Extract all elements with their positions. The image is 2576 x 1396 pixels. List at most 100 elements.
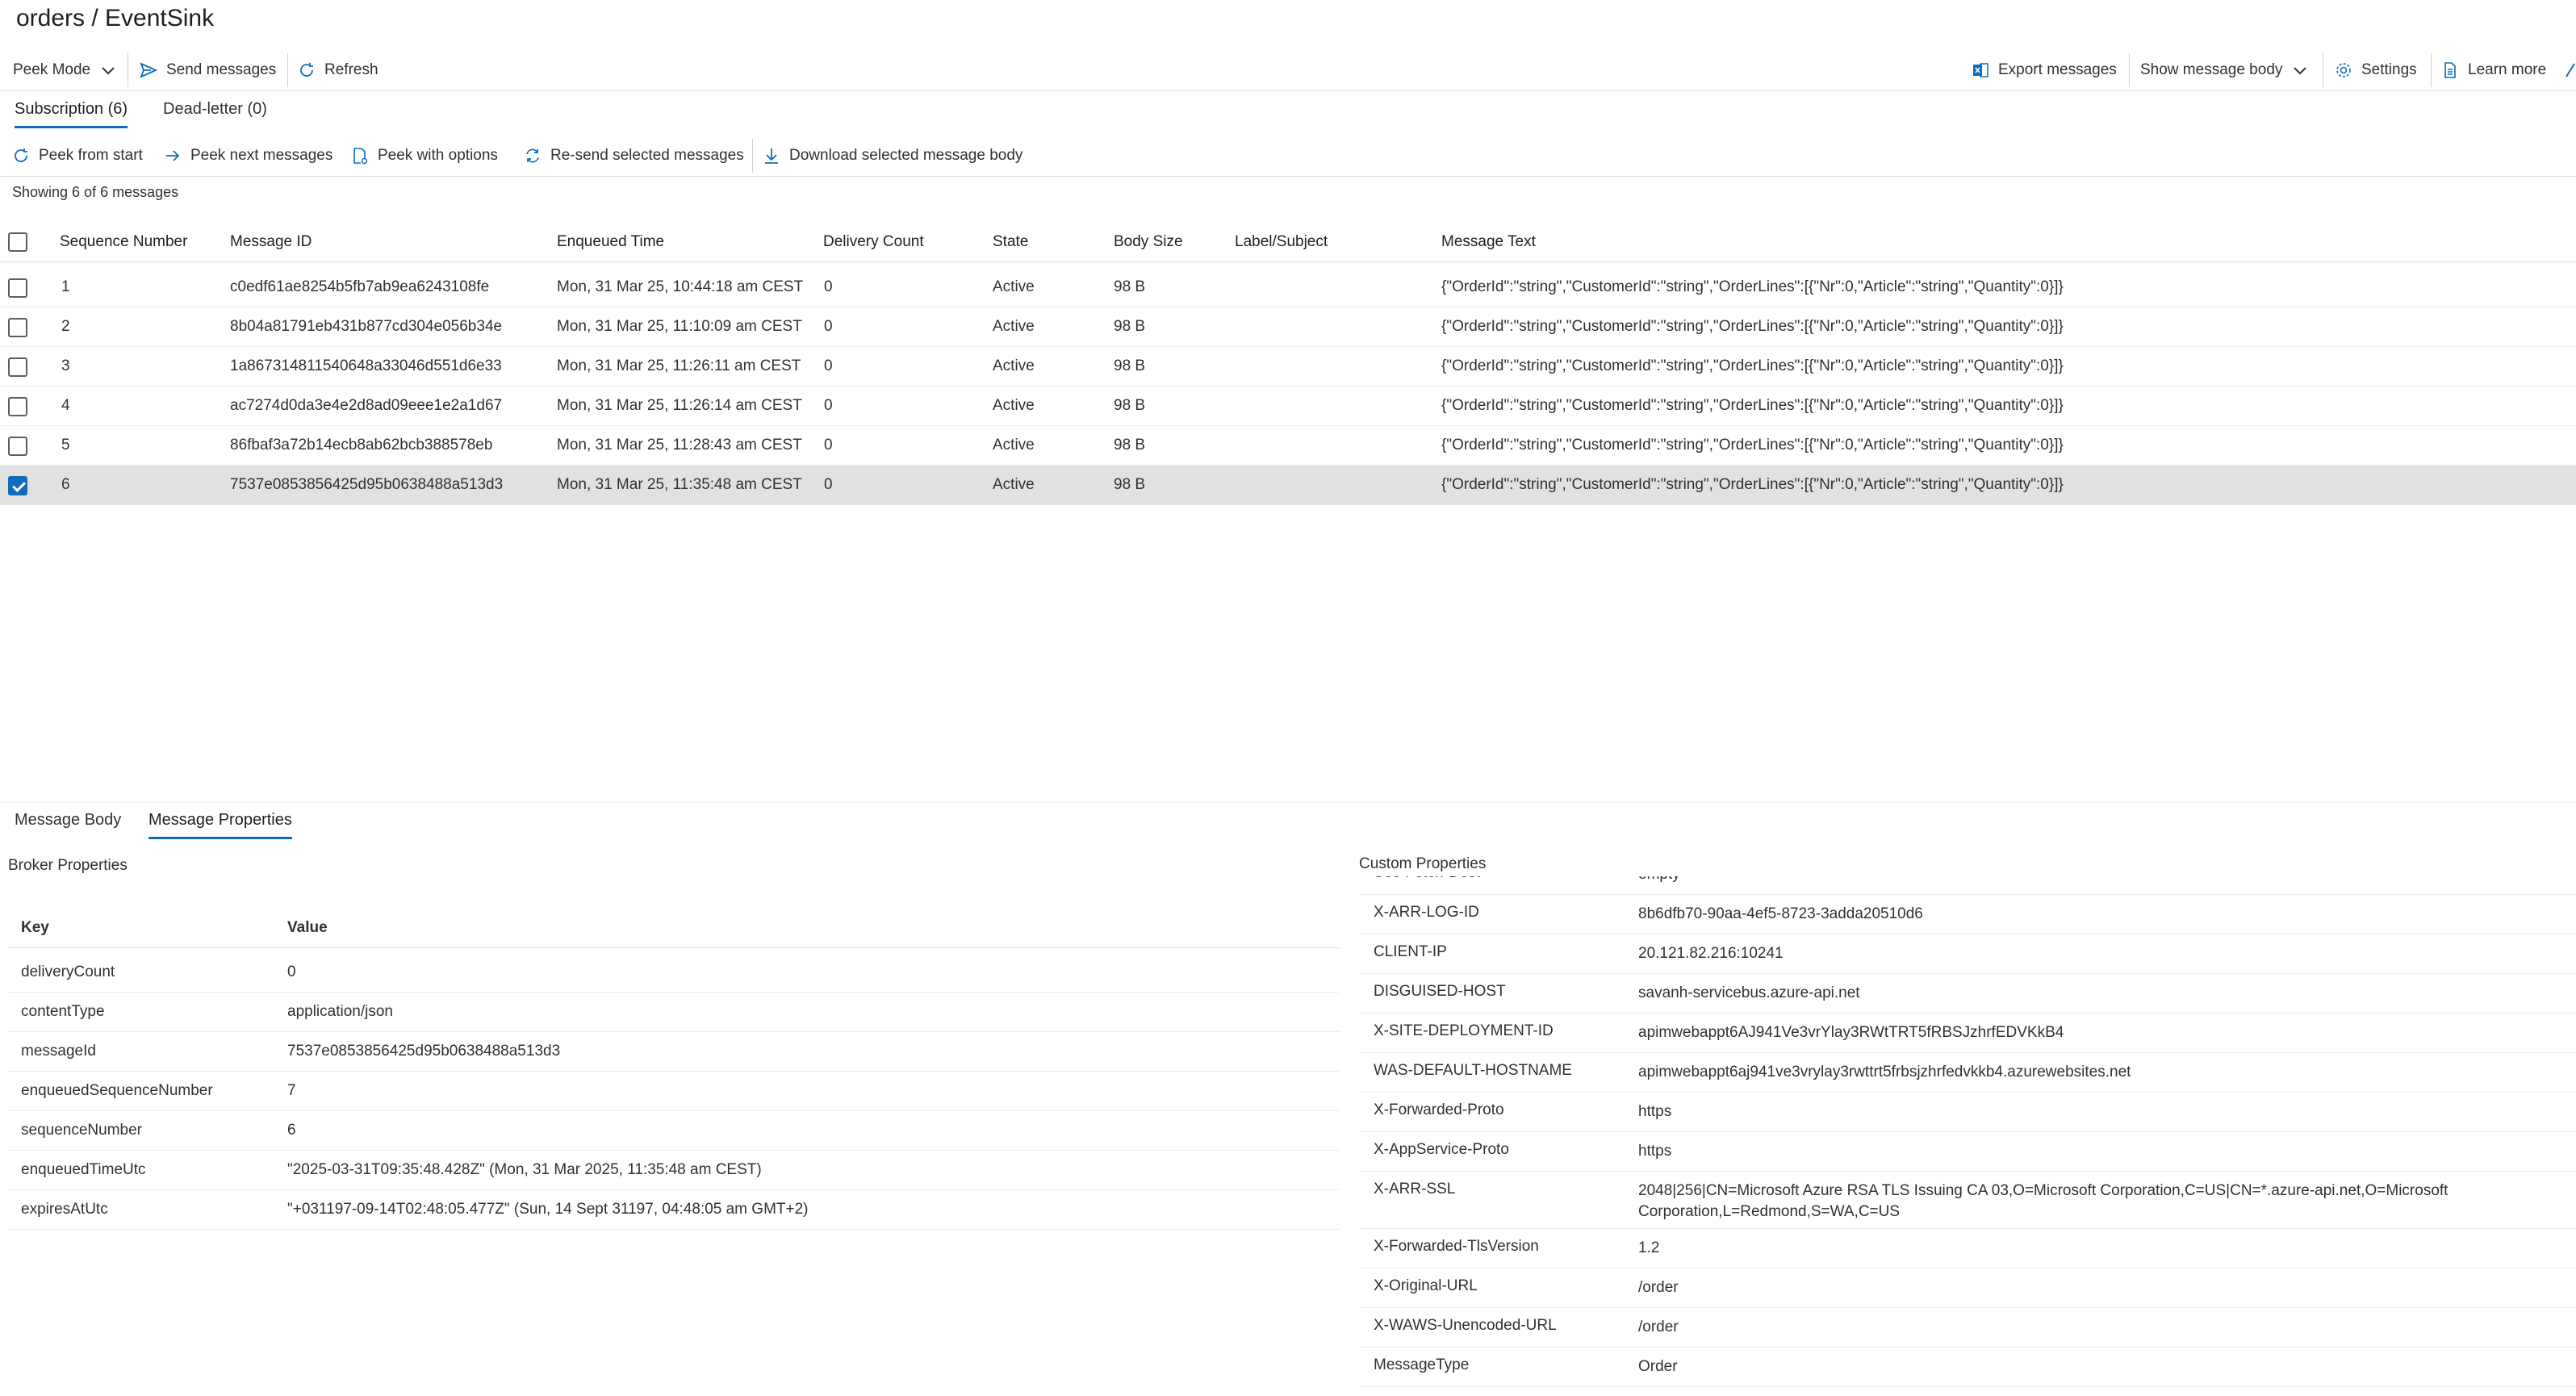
table-row[interactable]: 1 c0edf61ae8254b5fb7ab9ea6243108fe Mon, …	[0, 268, 2576, 307]
broker-properties-label: Broker Properties	[8, 857, 128, 874]
col-enqueued-time[interactable]: Enqueued Time	[557, 223, 664, 261]
refresh-label: Refresh	[324, 61, 378, 78]
custom-value: https	[1638, 1103, 1672, 1120]
broker-property-row: sequenceNumber 6	[8, 1111, 1340, 1151]
cell-message-id: c0edf61ae8254b5fb7ab9ea6243108fe	[230, 278, 490, 295]
custom-key: X-Original-URL	[1374, 1277, 1478, 1294]
broker-key: deliveryCount	[21, 963, 115, 980]
learn-more-button[interactable]: Learn more	[2440, 50, 2546, 90]
custom-property-row: X-Forwarded-TlsVersion 1.2	[1359, 1229, 2576, 1269]
show-message-body-dropdown[interactable]: Show message body	[2140, 50, 2310, 90]
cell-enqueued-time: Mon, 31 Mar 25, 10:44:18 am CEST	[557, 278, 804, 295]
custom-key: X-Forwarded-Proto	[1374, 1101, 1504, 1118]
peek-with-options-label: Peek with options	[378, 147, 498, 164]
col-message-text[interactable]: Message Text	[1441, 223, 1536, 261]
row-checkbox[interactable]	[8, 318, 27, 337]
resend-selected-button[interactable]: Re-send selected messages	[523, 136, 744, 176]
table-row[interactable]: 4 ac7274d0da3e4e2d8ad09eee1e2a1d67 Mon, …	[0, 387, 2576, 426]
custom-value: Order	[1638, 1358, 1678, 1375]
row-checkbox[interactable]	[8, 437, 27, 456]
col-label-subject[interactable]: Label/Subject	[1235, 223, 1328, 261]
custom-key: X-WAWS-Unencoded-URL	[1374, 1317, 1557, 1334]
select-all-checkbox[interactable]	[8, 232, 27, 252]
download-icon	[765, 148, 778, 164]
send-messages-label: Send messages	[166, 61, 277, 78]
overflow-icon[interactable]	[2565, 50, 2576, 90]
peek-from-start-label: Peek from start	[39, 147, 143, 164]
custom-properties-scroll[interactable]: Sec-Fetch-Dest empty X-ARR-LOG-ID 8b6dfb…	[1359, 876, 2576, 1396]
custom-value: apimwebappt6aj941ve3vrylay3rwttrt5frbsjz…	[1638, 1064, 2131, 1080]
gear-icon	[2336, 63, 2351, 77]
refresh-icon	[300, 63, 313, 77]
table-row[interactable]: 6 7537e0853856425d95b0638488a513d3 Mon, …	[0, 466, 2576, 505]
custom-value: apimwebappt6AJ941Ve3vrYlay3RWtTRT5fRBSJz…	[1638, 1024, 2064, 1041]
cell-message-text: {"OrderId":"string","CustomerId":"string…	[1441, 357, 2064, 374]
col-body-size[interactable]: Body Size	[1114, 223, 1183, 261]
row-checkbox[interactable]	[8, 357, 27, 377]
custom-property-row: WAS-DEFAULT-HOSTNAME apimwebappt6aj941ve…	[1359, 1053, 2576, 1093]
col-delivery-count[interactable]: Delivery Count	[823, 223, 924, 261]
cell-sequence-number: 5	[61, 437, 70, 453]
tab-message-properties[interactable]: Message Properties	[148, 811, 292, 839]
messages-grid-header: Sequence Number Message ID Enqueued Time…	[0, 223, 2576, 262]
peek-next-button[interactable]: Peek next messages	[163, 136, 332, 176]
cell-message-text: {"OrderId":"string","CustomerId":"string…	[1441, 278, 2064, 295]
broker-value: "+031197-09-14T02:48:05.477Z" (Sun, 14 S…	[287, 1201, 809, 1218]
col-message-id[interactable]: Message ID	[230, 223, 312, 261]
key-header: Key	[21, 919, 49, 936]
download-selected-button[interactable]: Download selected message body	[762, 136, 1022, 176]
cell-message-id: ac7274d0da3e4e2d8ad09eee1e2a1d67	[230, 397, 503, 414]
cell-state: Active	[993, 318, 1035, 335]
custom-value: savanh-servicebus.azure-api.net	[1638, 984, 1860, 1001]
cell-sequence-number: 1	[61, 278, 70, 295]
custom-property-row: X-ARR-LOG-ID 8b6dfb70-90aa-4ef5-8723-3ad…	[1359, 895, 2576, 934]
custom-key: DISGUISED-HOST	[1374, 983, 1506, 1000]
refresh-icon	[15, 148, 27, 162]
row-checkbox[interactable]	[8, 278, 27, 298]
custom-key: Sec-Fetch-Dest	[1374, 876, 1480, 882]
broker-properties-header: Key Value	[8, 909, 1340, 948]
refresh-button[interactable]: Refresh	[297, 50, 378, 90]
pane-splitter[interactable]	[0, 802, 2576, 803]
page-title: orders / EventSink	[16, 5, 215, 31]
tab-dead-letter[interactable]: Dead-letter (0)	[163, 100, 267, 126]
peek-from-start-button[interactable]: Peek from start	[11, 136, 143, 176]
cell-sequence-number: 6	[61, 476, 70, 493]
broker-value: 6	[287, 1122, 296, 1139]
broker-key: sequenceNumber	[21, 1122, 142, 1139]
options-document-icon	[353, 148, 368, 165]
broker-key: contentType	[21, 1003, 105, 1020]
custom-key: X-SITE-DEPLOYMENT-ID	[1374, 1022, 1554, 1039]
broker-property-row: messageId 7537e0853856425d95b0638488a513…	[8, 1032, 1340, 1072]
tab-subscription[interactable]: Subscription (6)	[15, 100, 128, 128]
row-checkbox[interactable]	[8, 397, 27, 416]
show-message-body-label: Show message body	[2140, 61, 2283, 78]
export-messages-button[interactable]: Export messages	[1971, 50, 2117, 90]
broker-key: expiresAtUtc	[21, 1201, 108, 1218]
peek-mode-dropdown[interactable]: Peek Mode	[13, 50, 118, 90]
command-bar: Peek Mode Send messages Refresh Export m…	[0, 50, 2576, 91]
table-row[interactable]: 3 1a867314811540648a33046d551d6e33 Mon, …	[0, 347, 2576, 387]
cell-message-id: 7537e0853856425d95b0638488a513d3	[230, 476, 504, 493]
custom-value: empty	[1638, 876, 2558, 885]
broker-property-row: expiresAtUtc "+031197-09-14T02:48:05.477…	[8, 1190, 1340, 1230]
peek-with-options-button[interactable]: Peek with options	[350, 136, 498, 176]
custom-value: 1.2	[1638, 1239, 1660, 1256]
col-state[interactable]: State	[993, 223, 1028, 261]
col-sequence-number[interactable]: Sequence Number	[60, 223, 187, 261]
table-row[interactable]: 5 86fbaf3a72b14ecb8ab62bcb388578eb Mon, …	[0, 426, 2576, 466]
cell-sequence-number: 3	[61, 357, 70, 374]
custom-key: WAS-DEFAULT-HOSTNAME	[1374, 1062, 1572, 1079]
custom-key: X-AppService-Proto	[1374, 1141, 1509, 1158]
arrow-right-icon	[166, 150, 180, 161]
cell-message-text: {"OrderId":"string","CustomerId":"string…	[1441, 476, 2064, 493]
row-checkbox[interactable]	[8, 476, 27, 495]
settings-button[interactable]: Settings	[2334, 50, 2417, 90]
cell-message-id: 86fbaf3a72b14ecb8ab62bcb388578eb	[230, 437, 493, 453]
tab-message-body[interactable]: Message Body	[15, 811, 121, 837]
custom-property-row: X-Original-URL /order	[1359, 1269, 2576, 1308]
learn-more-label: Learn more	[2468, 61, 2547, 78]
send-messages-button[interactable]: Send messages	[139, 50, 276, 90]
table-row[interactable]: 2 8b04a81791eb431b877cd304e056b34e Mon, …	[0, 307, 2576, 347]
custom-property-row: Sec-Fetch-Dest empty	[1359, 876, 2576, 895]
